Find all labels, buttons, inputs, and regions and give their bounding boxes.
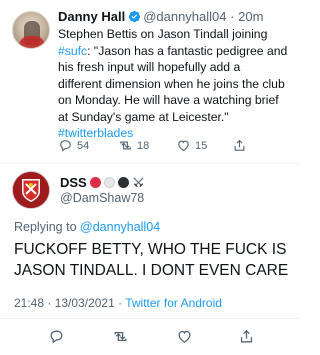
heart-icon	[178, 330, 191, 343]
reply-author[interactable]: DSS	[60, 175, 145, 190]
tweet-time[interactable]: 20m	[238, 9, 263, 24]
reply-actions	[0, 328, 300, 350]
reply-count: 54	[77, 139, 90, 152]
retweet-button[interactable]: 18	[118, 138, 149, 153]
reply-icon	[50, 330, 63, 344]
share-icon	[234, 139, 245, 151]
tweet-text: Stephen Bettis on Jason Tindall joining #…	[58, 26, 296, 142]
tweet-text-line: on Monday. He will have a watching brief	[58, 92, 296, 109]
text-segment: at Sunday's game at Leicester."	[58, 109, 229, 124]
reply-text: FUCKOFF BETTY, WHO THE FUCK IS JASON TIND…	[14, 239, 294, 281]
text-segment: on Monday. He will have a watching brief	[58, 93, 279, 107]
retweet-button[interactable]	[112, 328, 129, 345]
white-circle-icon	[103, 177, 115, 188]
tweet-actions: 54 18 15	[58, 138, 288, 156]
replying-to: Replying to @dannyhall04	[14, 220, 160, 234]
tweet-text-line: at Sunday's game at Leicester."	[58, 109, 296, 126]
reply-text-line: FUCKOFF BETTY, WHO THE FUCK IS	[14, 241, 287, 258]
separator-dot: ·	[230, 9, 235, 24]
crossed-swords-icon	[133, 177, 144, 187]
reply-text-line: JASON TINDALL. I DONT EVEN CARE	[14, 262, 289, 279]
reply-handle[interactable]: @DamShaw78	[60, 191, 144, 205]
text-segment: different dimension when he joins the cl…	[58, 76, 285, 91]
source-app[interactable]: Twitter for Android	[125, 296, 222, 310]
hashtag-link[interactable]: #sufc	[58, 44, 87, 58]
reply-button[interactable]	[48, 328, 65, 345]
verified-badge-icon	[129, 10, 141, 23]
timestamp[interactable]: 21:48 · 13/03/2021 ·	[14, 296, 122, 310]
author-name[interactable]: DSS	[60, 175, 87, 190]
club-crest-icon	[13, 172, 49, 208]
text-segment: Stephen Bettis on Jason Tindall joining	[58, 27, 268, 41]
like-button[interactable]: 15	[176, 138, 207, 153]
like-count: 15	[195, 139, 208, 152]
divider	[0, 318, 300, 319]
tweet-text-line: #sufc: "Jason has a fantastic pedigree a…	[58, 43, 296, 60]
tweet-header: Danny Hall @dannyhall04 · 20m	[58, 9, 263, 24]
avatar[interactable]	[12, 11, 50, 49]
black-circle-icon	[117, 177, 129, 188]
tweet-meta: 21:48 · 13/03/2021 · Twitter for Android	[14, 296, 222, 310]
author-name[interactable]: Danny Hall	[58, 9, 125, 24]
divider	[0, 163, 300, 164]
share-button[interactable]	[238, 328, 255, 345]
replying-prefix: Replying to	[14, 220, 77, 234]
retweet-icon	[114, 331, 127, 342]
red-circle-icon	[89, 177, 101, 188]
original-tweet[interactable]: Danny Hall @dannyhall04 · 20m Stephen Bet…	[0, 0, 300, 160]
reply-icon	[60, 140, 71, 152]
share-button[interactable]	[232, 138, 247, 153]
text-segment: : "Jason has a fantastic pedigree and	[87, 43, 288, 58]
share-icon	[240, 329, 253, 343]
like-button[interactable]	[176, 328, 193, 345]
reply-button[interactable]: 54	[58, 138, 89, 153]
replying-to-handle[interactable]: @dannyhall04	[80, 220, 160, 234]
tweet-text-line: Stephen Bettis on Jason Tindall joining	[58, 26, 296, 43]
avatar[interactable]	[12, 171, 50, 209]
text-segment: his fresh input will hopefully add a	[58, 60, 241, 74]
heart-icon	[178, 140, 189, 152]
tweet-text-line: different dimension when he joins the cl…	[58, 76, 296, 93]
author-handle[interactable]: @dannyhall04	[143, 9, 226, 24]
tweet-text-line: his fresh input will hopefully add a	[58, 59, 296, 76]
retweet-count: 18	[137, 139, 150, 152]
retweet-icon	[120, 141, 131, 150]
avatar-shirt	[19, 36, 45, 48]
